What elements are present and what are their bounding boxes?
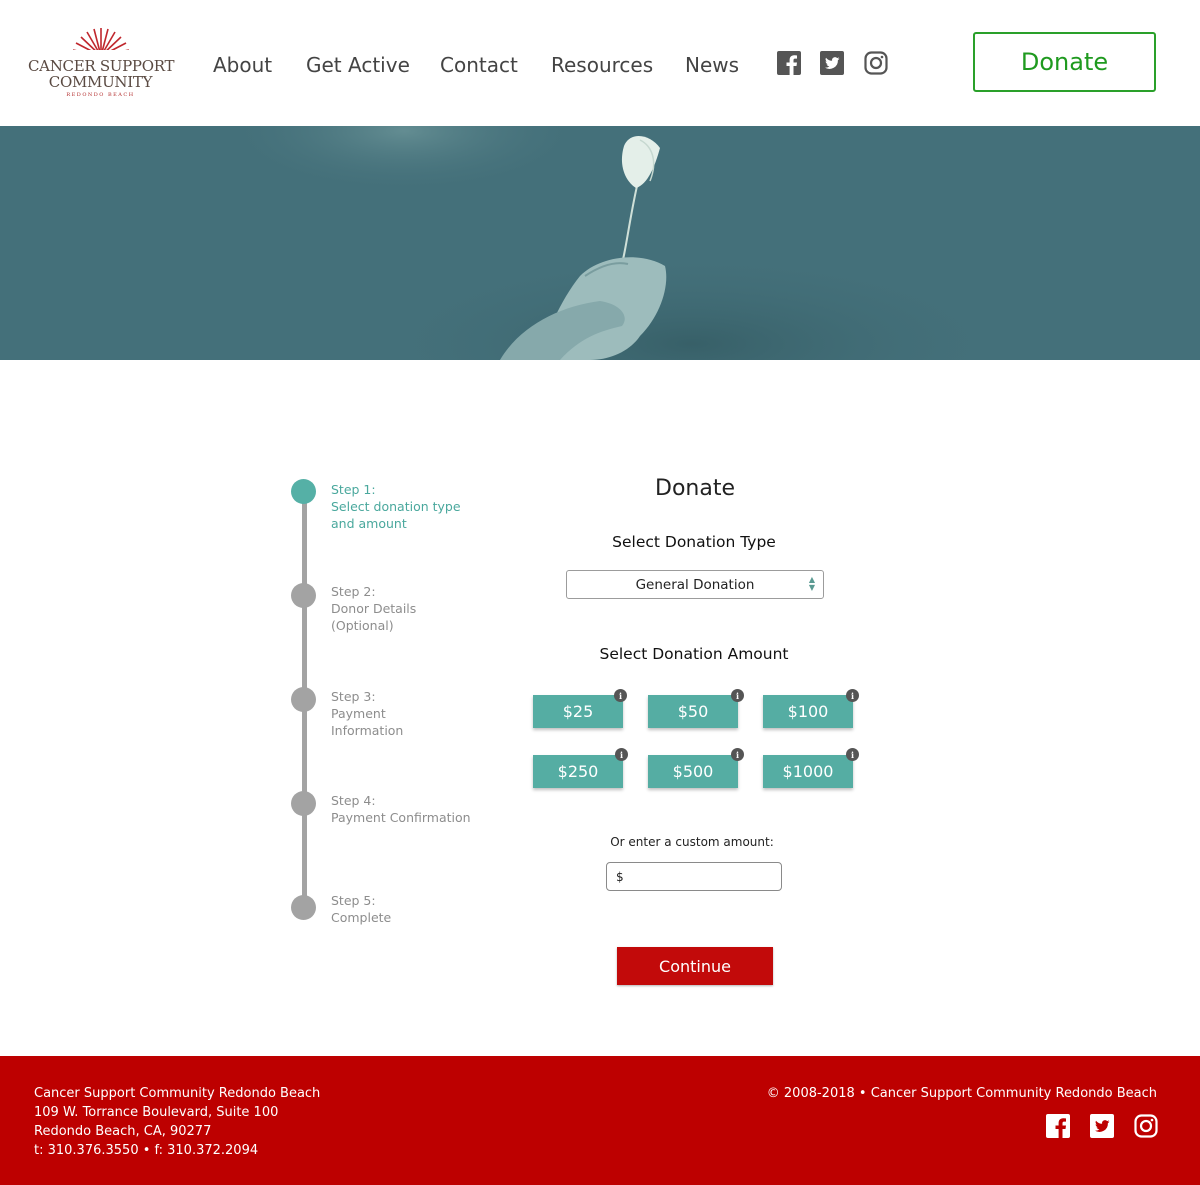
amount-500-button[interactable]: $500 bbox=[648, 755, 738, 788]
step-1-text: Step 1: Select donation type and amount bbox=[331, 481, 501, 532]
step-4-title: Step 4: bbox=[331, 793, 376, 808]
nav-contact[interactable]: Contact bbox=[440, 53, 518, 77]
sunburst-icon bbox=[71, 28, 131, 58]
step-3-text: Step 3: Payment Information bbox=[331, 688, 501, 739]
site-logo[interactable]: CANCER SUPPORT COMMUNITY REDONDO BEACH bbox=[28, 26, 174, 100]
hand-holding-flower-image bbox=[0, 126, 1200, 360]
step-2-indicator bbox=[291, 583, 316, 608]
step-5-text: Step 5: Complete bbox=[331, 892, 501, 926]
donation-type-value: General Donation bbox=[635, 576, 755, 593]
donation-amount-label: Select Donation Amount bbox=[599, 645, 789, 663]
nav-news[interactable]: News bbox=[685, 53, 739, 77]
step-2-text: Step 2: Donor Details (Optional) bbox=[331, 583, 501, 634]
step-4-indicator bbox=[291, 791, 316, 816]
step-1-indicator bbox=[291, 479, 316, 504]
logo-line-3: REDONDO BEACH bbox=[66, 92, 135, 98]
form-title: Donate bbox=[655, 476, 735, 501]
donate-button[interactable]: Donate bbox=[973, 32, 1156, 92]
footer-address-line-1: 109 W. Torrance Boulevard, Suite 100 bbox=[34, 1105, 279, 1120]
footer-copyright: © 2008-2018 • Cancer Support Community R… bbox=[766, 1086, 1157, 1101]
instagram-icon[interactable] bbox=[864, 51, 888, 75]
step-3-indicator bbox=[291, 687, 316, 712]
site-header: CANCER SUPPORT COMMUNITY REDONDO BEACH A… bbox=[0, 0, 1200, 126]
step-5-desc: Complete bbox=[331, 910, 392, 925]
step-1-desc: Select donation type and amount bbox=[331, 499, 461, 531]
step-3-desc: Payment Information bbox=[331, 706, 404, 738]
custom-amount-value: $ bbox=[616, 869, 624, 884]
donation-type-label: Select Donation Type bbox=[612, 533, 776, 551]
footer-phone-fax: t: 310.376.3550 • f: 310.372.2094 bbox=[34, 1143, 259, 1158]
custom-amount-label: Or enter a custom amount: bbox=[610, 835, 774, 849]
footer-address-line-2: Redondo Beach, CA, 90277 bbox=[34, 1124, 212, 1139]
nav-resources[interactable]: Resources bbox=[551, 53, 653, 77]
donation-type-select[interactable]: General Donation ▲ ▼ bbox=[566, 570, 824, 599]
footer-org-name: Cancer Support Community Redondo Beach bbox=[34, 1086, 321, 1101]
info-icon[interactable]: i bbox=[846, 748, 859, 761]
twitter-icon[interactable] bbox=[820, 51, 844, 75]
step-5-indicator bbox=[291, 895, 316, 920]
hero-banner bbox=[0, 126, 1200, 360]
site-footer: Cancer Support Community Redondo Beach 1… bbox=[0, 1056, 1200, 1185]
step-2-title: Step 2: bbox=[331, 584, 376, 599]
logo-line-2: COMMUNITY bbox=[48, 73, 153, 91]
step-2-desc: Donor Details (Optional) bbox=[331, 601, 417, 633]
custom-amount-input[interactable]: $ bbox=[606, 862, 782, 891]
amount-25-button[interactable]: $25 bbox=[533, 695, 623, 728]
facebook-icon[interactable] bbox=[1046, 1114, 1070, 1138]
select-arrows-icon: ▲ ▼ bbox=[808, 575, 815, 592]
nav-get-active[interactable]: Get Active bbox=[306, 53, 410, 77]
step-1-title: Step 1: bbox=[331, 482, 376, 497]
step-3-title: Step 3: bbox=[331, 689, 376, 704]
info-icon[interactable]: i bbox=[846, 689, 859, 702]
continue-button[interactable]: Continue bbox=[617, 947, 773, 985]
amount-250-button[interactable]: $250 bbox=[533, 755, 623, 788]
amount-1000-button[interactable]: $1000 bbox=[763, 755, 853, 788]
step-4-text: Step 4: Payment Confirmation bbox=[331, 792, 501, 826]
info-icon[interactable]: i bbox=[614, 689, 627, 702]
info-icon[interactable]: i bbox=[615, 748, 628, 761]
info-icon[interactable]: i bbox=[731, 689, 744, 702]
info-icon[interactable]: i bbox=[731, 748, 744, 761]
step-5-title: Step 5: bbox=[331, 893, 376, 908]
step-4-desc: Payment Confirmation bbox=[331, 810, 471, 825]
nav-about[interactable]: About bbox=[213, 53, 272, 77]
facebook-icon[interactable] bbox=[777, 51, 801, 75]
amount-50-button[interactable]: $50 bbox=[648, 695, 738, 728]
twitter-icon[interactable] bbox=[1090, 1114, 1114, 1138]
amount-100-button[interactable]: $100 bbox=[763, 695, 853, 728]
instagram-icon[interactable] bbox=[1134, 1114, 1158, 1138]
